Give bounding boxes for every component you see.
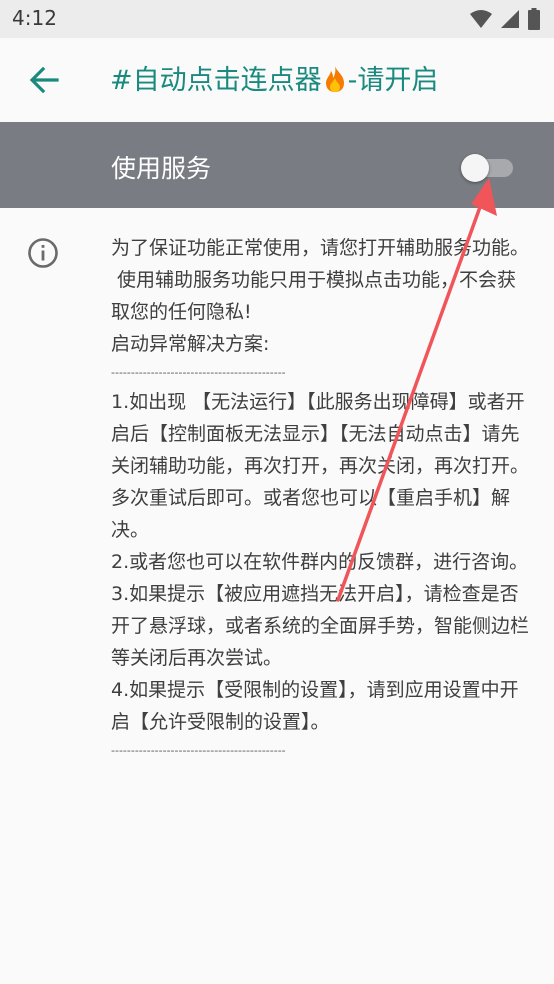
battery-icon	[528, 8, 540, 30]
arrow-left-icon	[29, 67, 59, 93]
page-title-text: #自动点击连点器	[110, 65, 322, 96]
service-toggle[interactable]	[461, 154, 515, 182]
wifi-icon	[470, 10, 492, 28]
status-time: 4:12	[12, 6, 57, 30]
back-button[interactable]	[26, 62, 62, 98]
service-bar[interactable]: 使用服务	[0, 122, 554, 208]
solutions-heading: 启动异常解决方案:	[111, 333, 270, 355]
solution-3: 3.如果提示【被应用遮挡无法开启】，请检查是否开了悬浮球，或者系统的全面屏手势，…	[111, 583, 530, 669]
solution-1: 1.如出现 【无法运行】【此服务出现障碍】或者开启后【控制面板无法显示】【无法自…	[111, 391, 530, 541]
solution-2: 2.或者您也可以在软件群内的反馈群，进行咨询。	[111, 551, 529, 573]
instructions-text: 为了保证功能正常使用，请您打开辅助服务功能。 使用辅助服务功能只用于模拟点击功能…	[111, 232, 531, 764]
flame-icon	[325, 66, 344, 92]
signal-icon	[501, 10, 519, 28]
page-title-suffix: -请开启	[347, 65, 439, 96]
app-bar: #自动点击连点器 -请开启	[0, 38, 554, 122]
solution-4: 4.如果提示【受限制的设置】，请到应用设置中开启【允许受限制的设置】。	[111, 679, 519, 733]
divider-bottom: ----------------------------------------…	[111, 744, 286, 757]
page-title: #自动点击连点器 -请开启	[110, 58, 438, 97]
info-icon	[28, 238, 58, 268]
service-label: 使用服务	[111, 154, 212, 183]
divider-top: ----------------------------------------…	[111, 366, 286, 379]
toggle-thumb	[461, 154, 489, 182]
status-icons	[470, 8, 540, 30]
status-bar: 4:12	[0, 0, 554, 38]
intro-paragraph: 为了保证功能正常使用，请您打开辅助服务功能。 使用辅助服务功能只用于模拟点击功能…	[111, 237, 530, 323]
